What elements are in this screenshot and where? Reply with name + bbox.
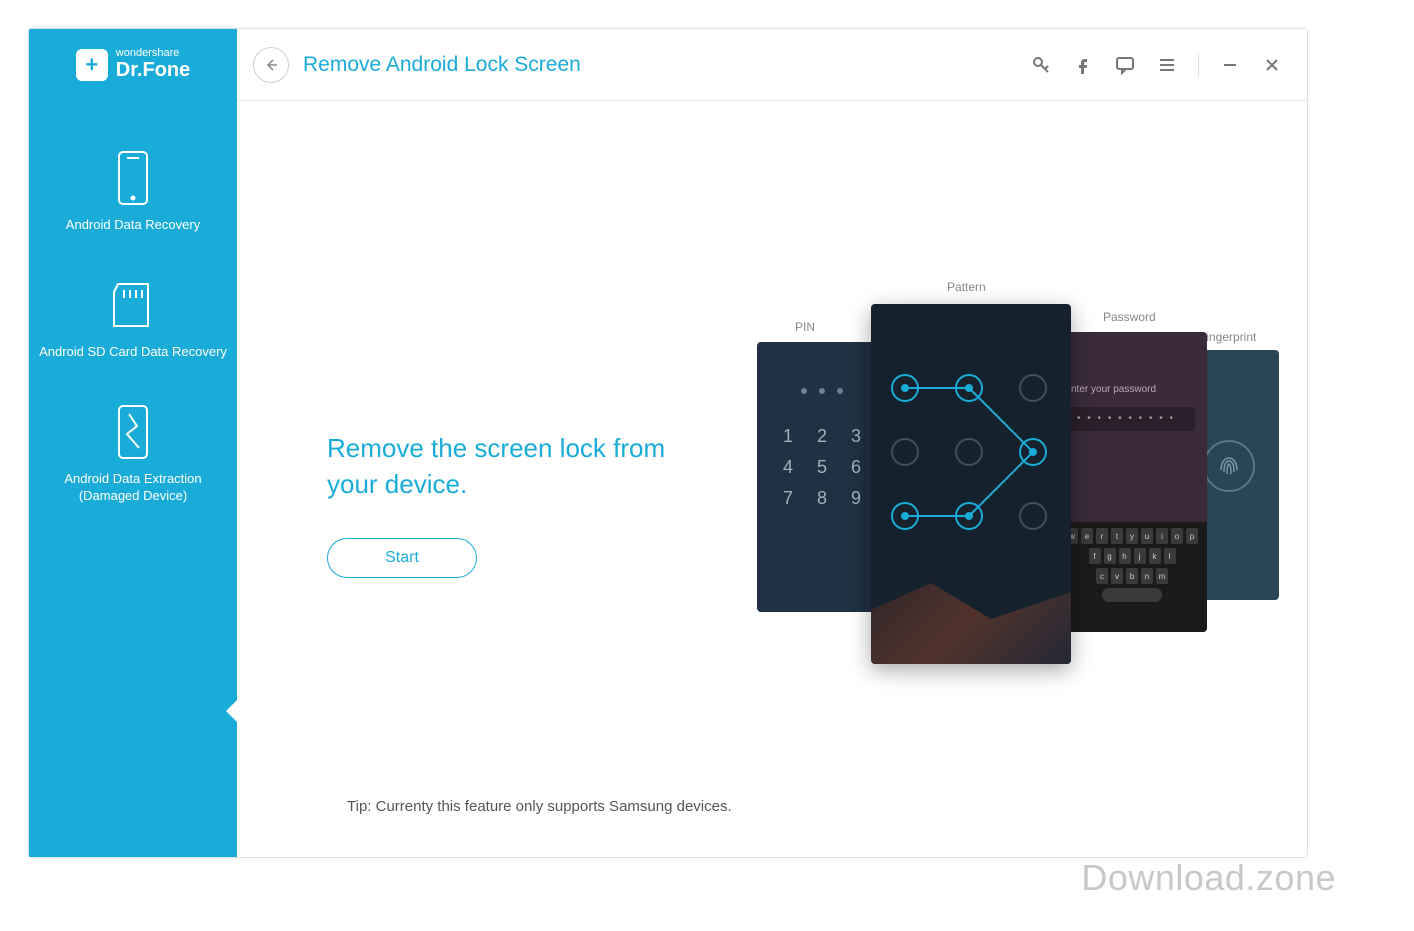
- menu-icon[interactable]: [1156, 54, 1178, 76]
- sidebar-item-label: Android Data Extraction (Damaged Device): [39, 471, 227, 505]
- app-window: + wondershare Dr.Fone Android Data Recov…: [28, 28, 1308, 858]
- logo-icon: +: [76, 49, 108, 81]
- keyboard-icon: wertyuiop fghjkl cvbnm: [1057, 522, 1207, 632]
- logo: + wondershare Dr.Fone: [29, 29, 237, 101]
- brand-line2: Dr.Fone: [116, 60, 190, 81]
- phone-icon: [39, 147, 227, 209]
- sidebar-item-label: Android Data Recovery: [39, 217, 227, 234]
- watermark: Download.zone: [1081, 857, 1336, 899]
- sidebar-item-sd-recovery[interactable]: Android SD Card Data Recovery: [29, 256, 237, 383]
- minimize-button[interactable]: [1219, 54, 1241, 76]
- illustration: PIN Pattern Password Fingerprint 123 456…: [747, 284, 1257, 664]
- sidebar-item-label: Android SD Card Data Recovery: [39, 344, 227, 361]
- label-fingerprint: Fingerprint: [1199, 330, 1256, 344]
- topbar: Remove Android Lock Screen: [237, 29, 1307, 101]
- start-button-label: Start: [385, 549, 419, 567]
- sidebar-items: Android Data Recovery Android SD Card Da…: [29, 101, 237, 527]
- page-title: Remove Android Lock Screen: [303, 53, 581, 77]
- password-prompt: nter your password: [1071, 384, 1207, 395]
- phone-pin: 123 456 789: [757, 342, 887, 612]
- broken-phone-icon: [39, 401, 227, 463]
- logo-text: wondershare Dr.Fone: [116, 48, 190, 81]
- sidebar-item-data-extraction[interactable]: Android Data Extraction (Damaged Device): [29, 383, 237, 527]
- content: Remove the screen lock from your device.…: [237, 101, 1307, 857]
- main-area: Remove Android Lock Screen: [237, 29, 1307, 857]
- start-button[interactable]: Start: [327, 538, 477, 578]
- tip-text: Tip: Currenty this feature only supports…: [347, 798, 732, 815]
- close-button[interactable]: [1261, 54, 1283, 76]
- sidebar-item-data-recovery[interactable]: Android Data Recovery: [29, 129, 237, 256]
- label-password: Password: [1103, 310, 1156, 324]
- feedback-icon[interactable]: [1114, 54, 1136, 76]
- arrow-left-icon: [263, 57, 279, 73]
- label-pattern: Pattern: [947, 280, 986, 294]
- fingerprint-icon: [1203, 440, 1255, 492]
- password-field: • • • • • • • • • •: [1069, 407, 1195, 431]
- content-left: Remove the screen lock from your device.…: [327, 390, 707, 579]
- key-icon[interactable]: [1030, 54, 1052, 76]
- topbar-divider: [1198, 53, 1199, 77]
- sd-card-icon: [39, 274, 227, 336]
- sidebar: + wondershare Dr.Fone Android Data Recov…: [29, 29, 237, 857]
- phone-pattern: [871, 304, 1071, 664]
- headline: Remove the screen lock from your device.: [327, 430, 707, 503]
- label-pin: PIN: [795, 320, 815, 334]
- phone-password: nter your password • • • • • • • • • • w…: [1057, 332, 1207, 632]
- facebook-icon[interactable]: [1072, 54, 1094, 76]
- back-button[interactable]: [253, 47, 289, 83]
- pin-keypad: 123 456 789: [757, 426, 887, 509]
- topbar-right: [1030, 53, 1283, 77]
